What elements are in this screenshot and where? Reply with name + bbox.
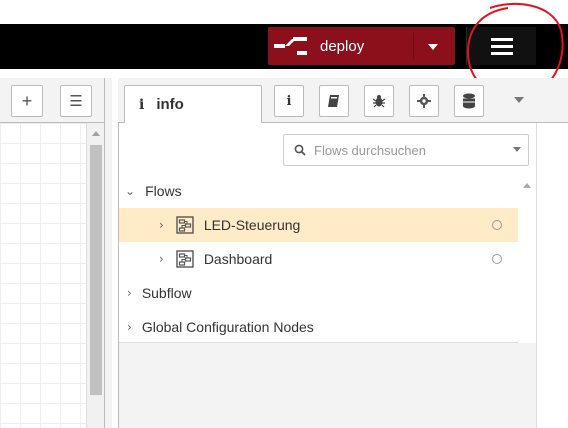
search-placeholder: Flows durchsuchen: [314, 142, 426, 158]
scrollbar-thumb[interactable]: [90, 145, 102, 395]
workspace-toolbar: + ☰: [0, 78, 111, 123]
add-flow-button[interactable]: +: [11, 85, 43, 117]
sidebar-config-button[interactable]: [409, 85, 439, 117]
tree-section-global-config[interactable]: › Global Configuration Nodes: [119, 310, 518, 344]
hamburger-menu-icon: [490, 37, 513, 41]
plus-icon: +: [21, 90, 33, 111]
tree-section-label: Global Configuration Nodes: [141, 319, 314, 335]
list-icon: ☰: [69, 93, 83, 110]
workspace-canvas[interactable]: [0, 123, 86, 428]
deploy-caret-icon[interactable]: [428, 44, 438, 50]
flow-search-input[interactable]: Flows durchsuchen: [283, 134, 529, 166]
tree-section-label: Subflow: [141, 285, 192, 301]
info-detail-area: [119, 343, 536, 428]
search-options-caret-icon[interactable]: [513, 147, 521, 152]
search-icon: [294, 142, 310, 158]
deploy-separator: [413, 33, 414, 59]
tree-section-label: Flows: [145, 183, 182, 199]
flow-label: LED-Steuerung: [203, 217, 301, 233]
sidebar-help-button[interactable]: [319, 85, 349, 117]
tree-section-subflow[interactable]: › Subflow: [119, 276, 518, 310]
top-strip: [0, 0, 568, 24]
scroll-up-icon[interactable]: [523, 183, 531, 188]
scroll-up-icon[interactable]: [92, 131, 100, 136]
tab-info[interactable]: i info: [124, 85, 262, 123]
chevron-right-icon: ›: [127, 320, 132, 334]
deploy-icon: [268, 35, 316, 57]
tree-item-flow[interactable]: › LED-Steuerung: [119, 208, 518, 242]
database-icon: [463, 93, 475, 109]
gear-icon: [417, 94, 431, 108]
chevron-down-icon: ⌄: [125, 184, 136, 198]
tab-info-label: info: [156, 96, 184, 113]
flow-status-circle-icon: [492, 254, 502, 264]
main-menu-button[interactable]: [466, 27, 536, 65]
info-icon: i: [286, 93, 292, 109]
chevron-right-icon: ›: [127, 286, 132, 300]
flow-tree: ⌄ Flows › LED-Steuerung › Dashboard › Su…: [119, 174, 518, 344]
book-icon: [328, 95, 339, 107]
sidebar-info-button[interactable]: i: [274, 85, 304, 117]
tree-section-flows[interactable]: ⌄ Flows: [119, 174, 518, 208]
flow-status-circle-icon: [492, 220, 502, 230]
sidebar-context-button[interactable]: [454, 85, 484, 117]
sidebar-menu-caret-icon[interactable]: [514, 97, 524, 103]
deploy-label: deploy: [320, 37, 365, 55]
chevron-right-icon[interactable]: ›: [159, 218, 164, 232]
list-flows-button[interactable]: ☰: [60, 85, 92, 117]
workspace-divider: [104, 78, 112, 428]
sidebar-debug-button[interactable]: [364, 85, 394, 117]
deploy-button[interactable]: deploy: [268, 27, 455, 65]
flow-icon: [176, 215, 196, 235]
tree-scrollbar[interactable]: [518, 174, 536, 344]
info-icon: i: [139, 96, 145, 113]
flow-label: Dashboard: [203, 251, 273, 267]
tree-item-flow[interactable]: › Dashboard: [119, 242, 518, 276]
bug-icon: [372, 95, 386, 108]
workspace-scrollbar[interactable]: [86, 123, 105, 428]
chevron-right-icon[interactable]: ›: [159, 252, 164, 266]
sidebar-right-edge: [536, 123, 568, 428]
flow-icon: [176, 249, 196, 269]
